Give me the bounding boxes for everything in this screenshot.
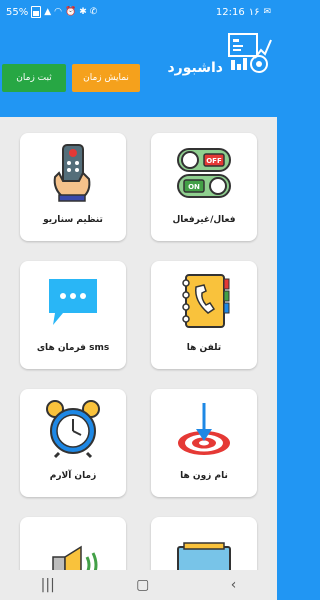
dashboard-logo-icon xyxy=(228,33,272,73)
dashboard-grid: OFF ON فعال/غیرفعال تنظیم سناریو تلفن ها… xyxy=(0,117,277,570)
battery-text: 55% xyxy=(6,6,29,18)
wifi-icon: ◠ xyxy=(54,7,63,17)
show-time-button[interactable]: نمایش زمان xyxy=(72,64,140,92)
card-phones[interactable]: تلفن ها xyxy=(151,261,257,369)
signal-icon: ▲ xyxy=(44,7,52,17)
card-label: تنظیم سناریو xyxy=(43,215,103,225)
card-zone-names[interactable]: نام زون ها xyxy=(151,389,257,497)
card-label: نام زون ها xyxy=(180,471,228,481)
notification-count: ۱۶ xyxy=(248,6,260,18)
display-screen-icon xyxy=(177,542,231,570)
recent-apps-icon[interactable]: ||| xyxy=(41,577,55,593)
card-label: تلفن ها xyxy=(186,343,222,353)
alarm-clock-icon xyxy=(46,400,100,459)
page-title: داشبورد xyxy=(167,60,224,76)
bluetooth-icon: ✱ xyxy=(79,7,87,17)
status-left: 12:16 ۱۶ ✉ xyxy=(216,7,271,18)
save-time-button[interactable]: ثبت زمان xyxy=(2,64,66,92)
home-icon[interactable]: ▢ xyxy=(136,577,149,593)
card-enable-disable[interactable]: OFF ON فعال/غیرفعال xyxy=(151,133,257,241)
phone-icon: ✆ xyxy=(89,7,98,17)
system-nav-bar: ||| ▢ ‹ xyxy=(0,570,277,600)
card-label: فعال/غیرفعال xyxy=(172,215,236,225)
card-label: زمان آلارم xyxy=(49,471,97,481)
remote-control-icon xyxy=(53,144,91,202)
card-sms-commands[interactable]: فرمان های sms xyxy=(20,261,126,369)
card-label: فرمان های sms xyxy=(36,343,110,353)
card-alarm-time[interactable]: زمان آلارم xyxy=(20,389,126,497)
alarm-icon: ⏰ xyxy=(65,7,77,17)
phone-book-icon xyxy=(182,274,230,328)
status-right: 55% ▲ ◠ ⏰ ✱ ✆ xyxy=(6,6,97,18)
battery-icon xyxy=(31,6,42,18)
siren-speaker-icon xyxy=(52,545,98,570)
back-icon[interactable]: ‹ xyxy=(231,577,237,593)
app-header: داشبورد ...... ثبت زمان نمایش زمان xyxy=(0,24,277,114)
sms-chat-icon xyxy=(49,279,97,325)
svg-text:OFF: OFF xyxy=(206,157,222,165)
card-display[interactable] xyxy=(151,517,257,570)
status-time: 12:16 xyxy=(215,6,245,18)
status-bar: 55% ▲ ◠ ⏰ ✱ ✆ 12:16 ۱۶ ✉ xyxy=(0,0,277,24)
svg-text:ON: ON xyxy=(188,183,200,191)
card-scenario[interactable]: تنظیم سناریو xyxy=(20,133,126,241)
target-zone-icon xyxy=(178,403,230,455)
mail-icon: ✉ xyxy=(263,7,271,17)
card-siren[interactable] xyxy=(20,517,126,570)
toggle-switch-icon: OFF ON xyxy=(177,148,231,198)
